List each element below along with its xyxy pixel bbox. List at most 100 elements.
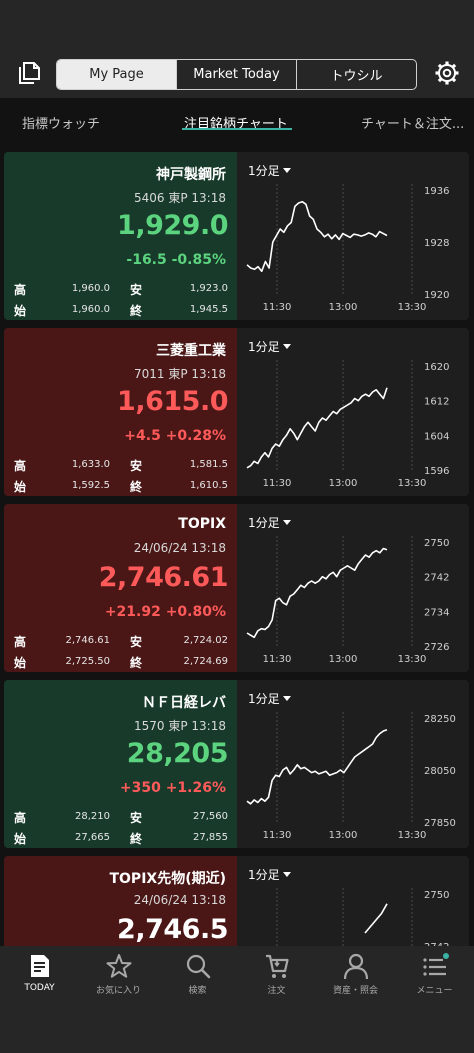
- price-line: [246, 200, 388, 273]
- y-tick-label: 28050: [424, 766, 456, 777]
- stock-meta: 7011 東P 13:18: [134, 367, 226, 381]
- close-value: 27,855: [193, 832, 228, 843]
- high-value: 1,960.0: [71, 283, 110, 294]
- close-value: 1,945.5: [189, 304, 228, 315]
- price-line: [246, 728, 388, 805]
- stock-card-nf-nikkei-lev[interactable]: ＮＦ日経レバ 1570 東P 13:18 28,205 +350 +1.26% …: [4, 680, 469, 848]
- y-tick-label: 1920: [424, 290, 449, 301]
- high-low-row: 高 28,210 安 27,560: [14, 809, 228, 825]
- notification-dot: [442, 953, 449, 959]
- stock-price: 1,615.0: [117, 386, 228, 417]
- low-label: 安: [130, 459, 143, 473]
- nav-search-label: 検索: [188, 986, 207, 996]
- open-label: 始: [14, 656, 27, 670]
- low-value: 1,923.0: [189, 283, 228, 294]
- x-tick-label: 13:00: [329, 302, 358, 313]
- open-value: 2,725.50: [65, 656, 110, 667]
- gear-icon[interactable]: [432, 58, 462, 88]
- low-value: 1,581.5: [189, 459, 228, 470]
- stock-change: +21.92 +0.80%: [104, 604, 226, 620]
- stock-card-mhi[interactable]: 三菱重工業 7011 東P 13:18 1,615.0 +4.5 +0.28% …: [4, 328, 469, 496]
- x-tick-label: 11:30: [263, 302, 292, 313]
- high-label: 高: [14, 635, 27, 649]
- nav-search[interactable]: 検索: [158, 952, 237, 996]
- low-value: 27,560: [193, 811, 228, 822]
- nav-menu-label: メニュー: [416, 986, 453, 996]
- open-label: 始: [14, 480, 27, 494]
- y-tick-label: 1604: [424, 431, 449, 442]
- stock-meta: 24/06/24 13:18: [133, 893, 226, 907]
- open-label: 始: [14, 304, 27, 318]
- open-close-row: 始 2,725.50 終 2,724.69: [14, 654, 228, 670]
- low-label: 安: [130, 635, 143, 649]
- y-tick-label: 1612: [424, 397, 449, 408]
- stock-price: 1,929.0: [117, 210, 228, 241]
- y-tick-label: 2750: [424, 538, 449, 549]
- price-chart: 2750 2742 2734 2726 11:30 13:00 13:30: [246, 536, 449, 665]
- stock-card-topix[interactable]: TOPIX 24/06/24 13:18 2,746.61 +21.92 +0.…: [4, 504, 469, 672]
- quote-panel: TOPIX 24/06/24 13:18 2,746.61 +21.92 +0.…: [4, 504, 237, 672]
- stock-name: ＮＦ日経レバ: [142, 695, 226, 711]
- low-value: 2,724.02: [183, 635, 228, 646]
- price-line: [246, 547, 388, 639]
- stock-change: +350 +1.26%: [119, 780, 226, 796]
- close-label: 終: [130, 832, 143, 846]
- open-value: 1,960.0: [71, 304, 110, 315]
- nav-order[interactable]: 注文: [237, 952, 316, 996]
- nav-today[interactable]: TODAY: [0, 952, 79, 993]
- y-tick-label: 1928: [424, 238, 449, 249]
- tab-index-watch[interactable]: 指標ウォッチ: [22, 113, 100, 132]
- close-value: 1,610.5: [189, 480, 228, 491]
- stock-price: 2,746.5: [117, 914, 228, 945]
- y-tick-label: 27850: [424, 818, 456, 829]
- stock-change: -16.5 -0.85%: [126, 252, 226, 268]
- close-label: 終: [130, 656, 143, 670]
- high-value: 1,633.0: [71, 459, 110, 470]
- tab-chart-order[interactable]: チャート＆注文...: [361, 113, 464, 132]
- y-tick-label: 1596: [424, 466, 449, 477]
- stock-price: 2,746.61: [98, 562, 229, 593]
- high-label: 高: [14, 811, 27, 825]
- stock-name: TOPIX: [178, 516, 226, 532]
- nav-assets-label: 資産・照会: [332, 986, 378, 996]
- high-label: 高: [14, 459, 27, 473]
- x-tick-label: 13:30: [398, 654, 427, 665]
- stock-card-kobe-steel[interactable]: 神戸製鋼所 5406 東P 13:18 1,929.0 -16.5 -0.85%…: [4, 152, 469, 320]
- high-low-row: 高 1,960.0 安 1,923.0: [14, 281, 228, 297]
- open-label: 始: [14, 832, 27, 846]
- y-tick-label: 28250: [424, 714, 456, 725]
- x-tick-label: 11:30: [263, 478, 292, 489]
- low-label: 安: [130, 811, 143, 825]
- segment-my-page[interactable]: My Page: [57, 60, 177, 89]
- y-tick-label: 2734: [424, 607, 449, 618]
- copy-icon[interactable]: [14, 58, 44, 88]
- x-tick-label: 13:30: [398, 302, 427, 313]
- quote-panel: 神戸製鋼所 5406 東P 13:18 1,929.0 -16.5 -0.85%…: [4, 152, 237, 320]
- close-value: 2,724.69: [183, 656, 228, 667]
- nav-menu[interactable]: メニュー: [395, 952, 474, 996]
- person-icon: [343, 953, 368, 980]
- page-segmented-control: My Page Market Today トウシル: [56, 59, 417, 90]
- high-value: 28,210: [75, 811, 110, 822]
- stock-meta: 24/06/24 13:18: [133, 541, 226, 555]
- bottom-nav: TODAY お気に入り 検索 注文 資産・照会 メニュー: [0, 946, 474, 1053]
- price-chart: 1620 1612 1604 1596 11:30 13:00 13:30: [246, 360, 449, 489]
- nav-order-label: 注文: [267, 986, 286, 996]
- high-low-row: 高 2,746.61 安 2,724.02: [14, 633, 228, 649]
- nav-assets[interactable]: 資産・照会: [316, 952, 395, 996]
- nav-favorites[interactable]: お気に入り: [79, 952, 158, 996]
- segment-toushiru[interactable]: トウシル: [297, 60, 416, 89]
- menu-icon: [422, 953, 449, 976]
- active-tab-indicator: [182, 128, 292, 130]
- y-tick-label: 2726: [424, 642, 449, 653]
- quote-panel: ＮＦ日経レバ 1570 東P 13:18 28,205 +350 +1.26% …: [4, 680, 237, 848]
- stock-name: TOPIX先物(期近): [109, 871, 226, 887]
- nav-today-label: TODAY: [24, 983, 55, 993]
- close-label: 終: [130, 304, 143, 318]
- low-label: 安: [130, 283, 143, 297]
- stock-name: 神戸製鋼所: [156, 167, 226, 183]
- open-close-row: 始 27,665 終 27,855: [14, 830, 228, 846]
- nav-favorites-label: お気に入り: [95, 986, 141, 996]
- segment-market-today[interactable]: Market Today: [177, 60, 297, 89]
- stock-meta: 5406 東P 13:18: [134, 191, 226, 205]
